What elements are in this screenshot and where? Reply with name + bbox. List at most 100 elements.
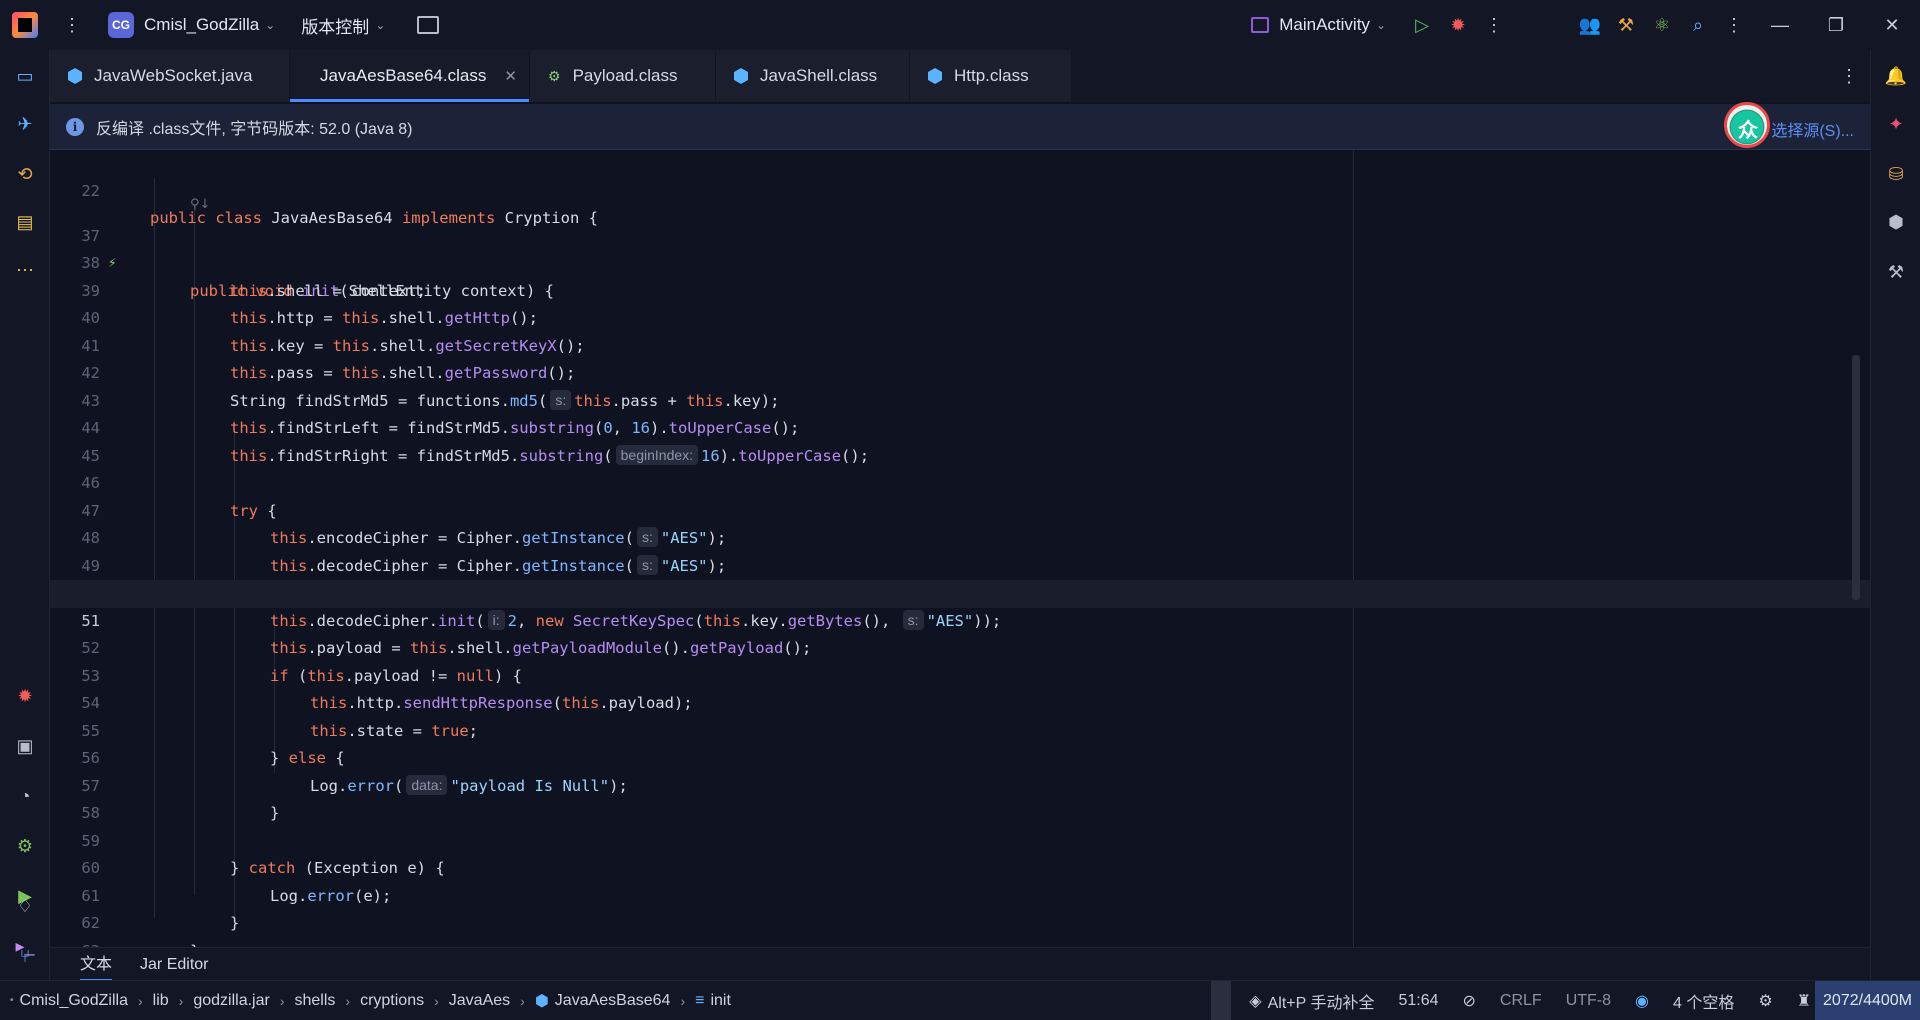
problems-icon[interactable]: ✹	[13, 684, 37, 708]
chevron-down-icon[interactable]: ⌄	[265, 18, 275, 32]
run-icon[interactable]: ▷	[1404, 7, 1440, 43]
code-line: 49 this.encodeCipher.init(i:1, new Secre…	[50, 525, 1870, 602]
vcs-commit-icon[interactable]: ⟲	[13, 162, 37, 186]
structure-icon[interactable]: ▤	[13, 210, 37, 234]
code-editor[interactable]: 22 public class JavaAesBase64 implements…	[50, 150, 1870, 947]
chevron-right-icon: ›	[137, 992, 143, 1009]
code-line: 50 this.decodeCipher.init(i:2, new Secre…	[50, 553, 1870, 630]
close-window-button[interactable]: ✕	[1864, 0, 1920, 50]
status-separator	[1211, 981, 1232, 1020]
jar-explorer-icon[interactable]: ✈	[13, 112, 37, 136]
notifications-icon[interactable]: 🔔	[1884, 64, 1908, 88]
tab-label: JavaWebSocket.java	[94, 66, 253, 85]
choose-sources-link[interactable]: 选择源(S)...	[1771, 117, 1854, 141]
code-line: 42 String findStrMd5 = functions.md5(s: t…	[50, 333, 1870, 410]
chevron-down-icon[interactable]: ⌄	[375, 18, 385, 32]
code-line: 58	[50, 773, 1870, 822]
current-code-line: 51 this.payload = this.shell.getPayloadM…	[50, 580, 1870, 657]
breadcrumb-item[interactable]: cryptions	[360, 992, 424, 1010]
tab-javashell[interactable]: JavaShell.class	[716, 50, 910, 102]
breadcrumb-item[interactable]: JavaAes	[449, 992, 510, 1010]
code-line: ⚲↓	[50, 172, 1870, 212]
more-tools-icon[interactable]: ⋯	[13, 258, 37, 282]
app-logo-icon[interactable]	[12, 12, 38, 38]
code-line: 63	[50, 910, 1870, 948]
code-line: 61 }	[50, 855, 1870, 933]
tab-jar-editor[interactable]: Jar Editor	[126, 948, 222, 981]
tab-javaaesbase64[interactable]: JavaAesBase64.class ✕	[290, 50, 530, 102]
chevron-right-icon: ›	[178, 992, 184, 1009]
debug-icon[interactable]: ✹	[1440, 7, 1476, 43]
eye-icon[interactable]: ◉	[1635, 991, 1649, 1011]
notifications-tool-icon[interactable]: ♢	[13, 894, 37, 918]
manual-completion-hint[interactable]: Alt+P 手动补全	[1268, 989, 1375, 1013]
gradle-icon[interactable]: ⚒	[1884, 260, 1908, 284]
project-badge[interactable]: CG	[108, 12, 134, 38]
code-line: 53 this.http.sendHttpResponse(this.paylo…	[50, 635, 1870, 713]
tab-text[interactable]: 文本	[66, 948, 126, 981]
readonly-icon[interactable]: ⊘	[1463, 991, 1476, 1011]
services-icon[interactable]: ⚙	[13, 834, 37, 858]
restore-button[interactable]: ❐	[1808, 0, 1864, 50]
code-line: 45	[50, 415, 1870, 465]
vertical-scrollbar[interactable]	[1852, 355, 1860, 600]
file-encoding[interactable]: UTF-8	[1566, 992, 1611, 1010]
package-icon: ⚙	[548, 68, 561, 84]
info-icon: i	[66, 117, 84, 136]
breadcrumb-item[interactable]: shells	[295, 992, 336, 1010]
code-line: 47 this.encodeCipher = Cipher.getInstanc…	[50, 470, 1870, 547]
settings-menu-icon[interactable]: ⋮	[1716, 7, 1752, 43]
tab-label: JavaShell.class	[760, 66, 878, 85]
more-actions-icon[interactable]: ⋮	[1476, 7, 1512, 43]
code-line: 62 }	[50, 883, 1870, 947]
breadcrumb: • Cmisl_GodZilla › lib › godzilla.jar › …	[10, 991, 731, 1011]
close-icon[interactable]: ✕	[504, 67, 517, 85]
ai-assistant-icon[interactable]: ✦	[1884, 112, 1908, 136]
tab-label: Payload.class	[572, 66, 678, 85]
main-menu-icon[interactable]: ⋮	[60, 15, 84, 36]
class-file-icon	[734, 68, 748, 84]
code-line: 54 this.state = true;	[50, 663, 1870, 740]
project-name[interactable]: Cmisl_GodZilla	[144, 15, 259, 35]
breadcrumb-item[interactable]: lib	[153, 992, 169, 1010]
code-line: 40 this.key = this.shell.getSecretKeyX()…	[50, 278, 1870, 355]
minimize-button[interactable]: —	[1752, 0, 1808, 50]
atom-icon[interactable]: ⚛	[1644, 7, 1680, 43]
build-icon[interactable]: ▣	[13, 734, 37, 758]
class-file-icon	[68, 68, 82, 84]
chevron-right-icon: ›	[279, 992, 285, 1009]
line-separator[interactable]: CRLF	[1500, 992, 1542, 1010]
mascot-avatar	[1724, 102, 1770, 148]
notification-status-icon[interactable]: ♜	[1797, 991, 1811, 1011]
collab-icon[interactable]: 👥	[1572, 7, 1608, 43]
plugin-status-icon[interactable]: ⚙	[1758, 991, 1772, 1011]
project-view-icon[interactable]: ▭	[13, 64, 37, 88]
line-code: }	[190, 938, 199, 948]
tab-http[interactable]: Http.class	[910, 50, 1072, 102]
breadcrumb-item[interactable]: JavaAesBase64	[555, 992, 671, 1010]
breadcrumb-item[interactable]: godzilla.jar	[193, 992, 269, 1010]
breadcrumb-item[interactable]: init	[710, 992, 730, 1010]
folder-icon[interactable]	[417, 16, 440, 34]
caret-position[interactable]: 51:64	[1398, 992, 1438, 1010]
tab-javawebsocket[interactable]: JavaWebSocket.java	[50, 50, 290, 102]
search-icon[interactable]: ⌕	[1680, 7, 1716, 43]
database-icon[interactable]: ⛁	[1884, 162, 1908, 186]
method-icon: ≡	[695, 991, 705, 1009]
plugin-icon[interactable]: ⬢	[1884, 210, 1908, 234]
left-tool-stripe: ▭ ✈ ⟲ ▤ ⋯ ✹ ▣ ◔ ⚙ ▶ ▸_	[0, 50, 50, 980]
vcs-menu[interactable]: 版本控制	[301, 13, 369, 38]
class-file-icon	[928, 68, 942, 84]
breadcrumb-item[interactable]: Cmisl_GodZilla	[20, 992, 128, 1010]
tabs-menu-icon[interactable]: ⋮	[1840, 66, 1858, 87]
completion-icon: ◈	[1249, 993, 1262, 1010]
tab-label: Http.class	[954, 66, 1029, 85]
indent-setting[interactable]: 4 个空格	[1673, 989, 1734, 1013]
tab-payload[interactable]: ⚙ Payload.class	[530, 50, 716, 102]
git-branch-icon[interactable]: ⑂	[13, 944, 37, 968]
tab-label: JavaAesBase64.class	[320, 66, 487, 85]
memory-indicator[interactable]: 2072/4400M	[1815, 981, 1920, 1020]
profiler-icon[interactable]: ◔	[13, 784, 37, 808]
build-tools-icon[interactable]: ⚒	[1608, 7, 1644, 43]
run-config-selector[interactable]: MainActivity ⌄	[1251, 15, 1386, 35]
